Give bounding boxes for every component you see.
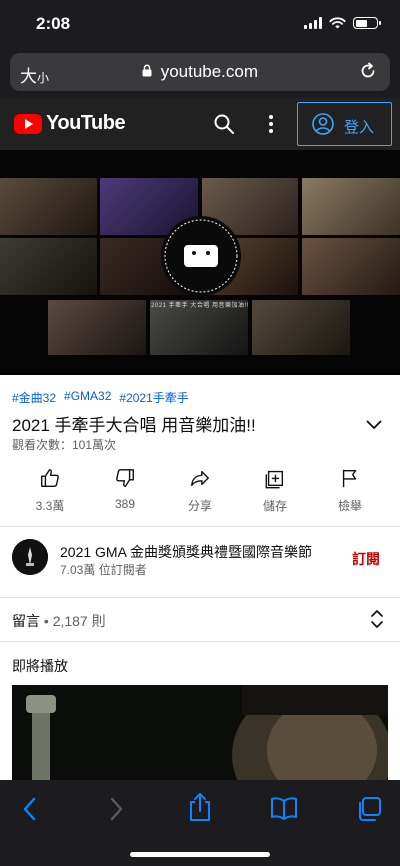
hashtag-link[interactable]: #金曲32 — [12, 389, 56, 406]
wifi-icon — [329, 17, 346, 29]
share-icon — [191, 470, 209, 487]
status-time: 2:08 — [36, 14, 71, 33]
save-button[interactable]: 儲存 — [245, 467, 305, 514]
golden-melody-emblem — [161, 216, 241, 296]
comments-count: 2,187 則 — [52, 613, 106, 629]
video-frame-tile — [302, 178, 400, 235]
dislike-button[interactable]: 389 — [95, 467, 155, 511]
url-field[interactable]: youtube.com — [10, 62, 390, 82]
chevron-down-icon[interactable] — [366, 417, 382, 435]
share-sheet-icon[interactable] — [187, 792, 213, 827]
hashtag-link[interactable]: #GMA32 — [64, 389, 111, 406]
comments-label: 留言 — [12, 613, 40, 629]
account-icon — [312, 113, 334, 140]
browser-address-area: 大小 youtube.com — [0, 50, 400, 98]
share-button[interactable]: 分享 — [170, 467, 230, 514]
youtube-play-icon — [14, 113, 42, 134]
player-caption: 2021 手牽手 大合唱 用音樂加油!! — [151, 303, 249, 309]
divider — [0, 641, 400, 642]
thumbs-up-icon — [41, 469, 59, 487]
bookmarks-icon[interactable] — [270, 796, 298, 825]
hashtag-list: #金曲32 #GMA32 #2021手牽手 — [12, 389, 189, 406]
lock-icon — [142, 64, 152, 80]
back-icon[interactable] — [20, 796, 40, 827]
reload-icon[interactable] — [358, 61, 378, 86]
video-player[interactable]: 2021 手牽手 大合唱 用音樂加油!! — [0, 150, 400, 375]
signin-button[interactable]: 登入 — [297, 102, 392, 146]
forward-icon[interactable] — [106, 796, 126, 827]
cellular-signal-icon — [304, 17, 322, 29]
tabs-icon[interactable] — [356, 796, 382, 827]
status-icons — [304, 17, 381, 29]
comments-separator: • — [40, 613, 53, 629]
up-next-thumbnail[interactable] — [12, 685, 388, 780]
save-icon — [265, 470, 284, 489]
search-icon[interactable] — [213, 113, 235, 140]
address-bar[interactable]: 大小 youtube.com — [10, 53, 390, 91]
like-button[interactable]: 3.3萬 — [20, 467, 80, 514]
watch-content: #金曲32 #GMA32 #2021手牽手 2021 手牽手大合唱 用音樂加油!… — [0, 375, 400, 780]
youtube-wordmark: YouTube — [46, 112, 126, 134]
video-frame-tile — [0, 178, 97, 235]
action-bar: 3.3萬 389 分享 儲存 檢舉 — [0, 467, 400, 519]
browser-toolbar — [0, 780, 400, 866]
report-button[interactable]: 檢舉 — [320, 467, 380, 514]
comments-header[interactable]: 留言 • 2,187 則 — [0, 597, 400, 641]
channel-name[interactable]: 2021 GMA 金曲獎頒獎典禮暨國際音樂節 — [60, 542, 312, 562]
url-text: youtube.com — [160, 62, 259, 81]
up-next-label: 即將播放 — [12, 658, 68, 674]
youtube-header: YouTube 登入 — [0, 98, 400, 150]
subscribe-button[interactable]: 訂閱 — [352, 549, 380, 569]
video-frame-tile — [0, 238, 97, 295]
video-frame-tile — [302, 238, 400, 295]
home-indicator — [130, 852, 270, 857]
channel-avatar[interactable] — [12, 539, 48, 575]
battery-icon — [353, 17, 381, 29]
signin-label: 登入 — [344, 119, 375, 136]
channel-row[interactable]: 2021 GMA 金曲獎頒獎典禮暨國際音樂節 7.03萬 位訂閱者 訂閱 — [0, 527, 400, 587]
video-title[interactable]: 2021 手牽手大合唱 用音樂加油!! — [12, 411, 256, 436]
status-bar: 2:08 — [0, 0, 400, 50]
more-options-icon[interactable] — [266, 114, 276, 139]
subscriber-count: 7.03萬 位訂閱者 — [60, 563, 147, 577]
flag-icon — [342, 469, 357, 488]
expand-collapse-icon[interactable] — [370, 609, 384, 634]
youtube-logo[interactable]: YouTube — [14, 112, 126, 135]
hashtag-link[interactable]: #2021手牽手 — [119, 389, 188, 406]
thumbs-down-icon — [116, 469, 134, 487]
view-count: 觀看次數：101萬次 — [12, 438, 117, 452]
